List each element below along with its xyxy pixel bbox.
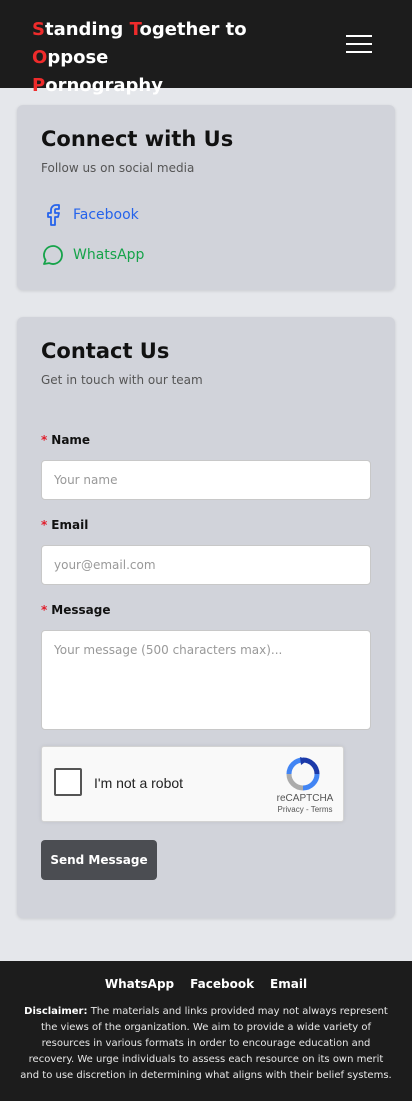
brand-word: Standing xyxy=(32,19,130,40)
footer-link-facebook[interactable]: Facebook xyxy=(190,977,254,991)
disclaimer-text: The materials and links provided may not… xyxy=(20,1006,392,1081)
facebook-icon xyxy=(47,204,60,226)
email-label: * Email xyxy=(41,518,89,532)
brand-word: Oppose xyxy=(32,47,109,68)
recaptcha-label: I'm not a robot xyxy=(94,775,184,791)
whatsapp-label: WhatsApp xyxy=(73,247,145,263)
recaptcha-logo-icon xyxy=(286,757,320,791)
disclaimer: Disclaimer: The materials and links prov… xyxy=(18,1004,394,1084)
connect-card: Connect with Us Follow us on social medi… xyxy=(17,105,395,290)
recaptcha-terms[interactable]: Privacy - Terms xyxy=(270,805,340,814)
connect-title: Connect with Us xyxy=(41,127,234,151)
recaptcha-checkbox[interactable] xyxy=(54,768,82,796)
name-field[interactable]: Your name xyxy=(41,460,371,500)
message-field[interactable]: Your message (500 characters max)... xyxy=(41,630,371,730)
whatsapp-link[interactable]: WhatsApp xyxy=(41,243,144,267)
site-footer: WhatsApp Facebook Email Disclaimer: The … xyxy=(0,961,412,1101)
site-brand[interactable]: Standing Together to Oppose Pornography xyxy=(32,16,322,100)
contact-subtitle: Get in touch with our team xyxy=(41,373,203,387)
brand-word: Together to xyxy=(129,19,247,40)
contact-card: Contact Us Get in touch with our team * N… xyxy=(17,317,395,918)
message-label: * Message xyxy=(41,603,111,617)
name-placeholder: Your name xyxy=(54,473,118,487)
hamburger-icon[interactable] xyxy=(346,33,374,55)
name-label: * Name xyxy=(41,433,91,447)
whatsapp-icon xyxy=(43,245,63,265)
connect-subtitle: Follow us on social media xyxy=(41,161,195,175)
required-mark: * xyxy=(41,603,48,617)
email-field[interactable]: your@email.com xyxy=(41,545,371,585)
site-header: Standing Together to Oppose Pornography xyxy=(0,0,412,96)
footer-link-email[interactable]: Email xyxy=(270,977,307,991)
recaptcha-brand: reCAPTCHA xyxy=(276,793,334,804)
disclaimer-label: Disclaimer: xyxy=(24,1006,88,1017)
required-mark: * xyxy=(41,433,48,447)
brand-word: Pornography xyxy=(32,75,163,96)
facebook-label: Facebook xyxy=(73,207,139,223)
recaptcha-widget: I'm not a robot reCAPTCHA Privacy - Term… xyxy=(41,746,344,822)
footer-link-whatsapp[interactable]: WhatsApp xyxy=(105,977,174,991)
message-placeholder: Your message (500 characters max)... xyxy=(54,643,283,657)
footer-nav: WhatsApp Facebook Email xyxy=(0,977,412,991)
send-message-button[interactable]: Send Message xyxy=(41,840,157,880)
facebook-link[interactable]: Facebook xyxy=(41,203,139,227)
email-placeholder: your@email.com xyxy=(54,558,156,572)
contact-title: Contact Us xyxy=(41,339,170,363)
required-mark: * xyxy=(41,518,48,532)
